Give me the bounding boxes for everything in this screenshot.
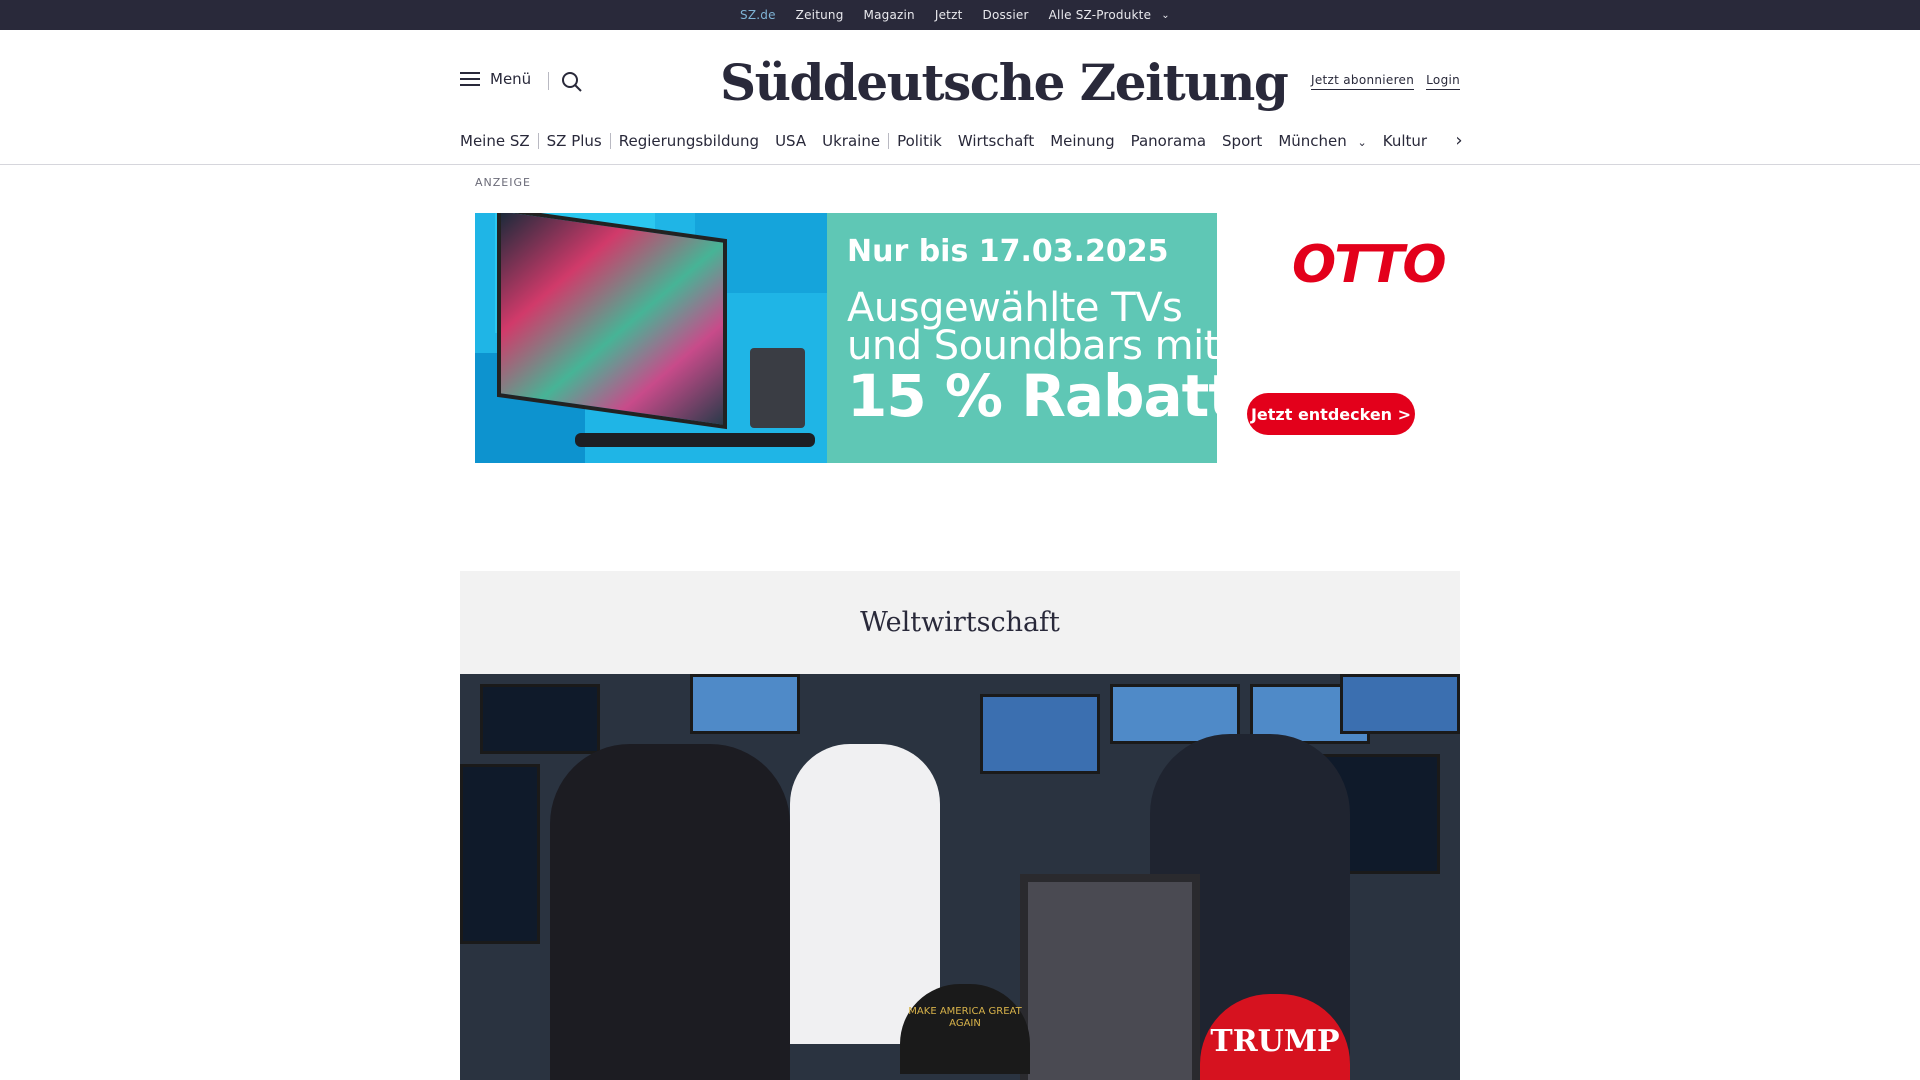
framed-portrait (1020, 874, 1200, 1080)
search-icon (562, 72, 582, 92)
hamburger-icon (460, 72, 480, 86)
nav-item-muenchen[interactable]: München ⌄ (1270, 132, 1374, 150)
nav-item-wirtschaft[interactable]: Wirtschaft (950, 132, 1042, 150)
product-link-sz[interactable]: SZ.de (740, 8, 776, 22)
ad-highlight: 15 % Rabatt (847, 362, 1236, 430)
ad-banner[interactable]: Nur bis 17.03.2025 Ausgewählte TVs und S… (475, 213, 1450, 463)
product-link-zeitung[interactable]: Zeitung (796, 8, 844, 22)
otto-logo: OTTO (1292, 235, 1447, 295)
ad-text-panel: Nur bis 17.03.2025 Ausgewählte TVs und S… (827, 213, 1236, 463)
chevron-right-icon: › (1455, 129, 1463, 151)
nav-item-muenchen-label: München (1278, 132, 1347, 150)
menu-button[interactable]: Menü (460, 70, 531, 88)
ad-brand-panel: OTTO Jetzt entdecken > (1217, 213, 1450, 463)
nav-item-meine-sz[interactable]: Meine SZ (460, 132, 538, 150)
menu-label: Menü (490, 70, 532, 88)
nav-scroll-right-button[interactable]: › (1448, 126, 1470, 154)
nav-item-regierungsbildung[interactable]: Regierungsbildung (611, 132, 767, 150)
product-bar: SZ.de Zeitung Magazin Jetzt Dossier Alle… (0, 0, 1920, 30)
nav-item-meinung[interactable]: Meinung (1042, 132, 1122, 150)
nav-item-politik[interactable]: Politik (889, 132, 950, 150)
site-header: Menü Süddeutsche Zeitung Jetzt abonniere… (0, 30, 1920, 165)
chevron-down-icon: ⌄ (1161, 10, 1170, 21)
trader-figure (790, 744, 940, 1044)
product-link-all-products[interactable]: Alle SZ-Produkte ⌄ (1049, 8, 1170, 22)
ad-line-2: und Soundbars mit (847, 323, 1219, 369)
search-button[interactable] (560, 70, 584, 94)
main-navigation: Meine SZ SZ Plus Regierungsbildung USA U… (460, 130, 1470, 152)
trader-figure (550, 744, 790, 1080)
soundbar-image (575, 433, 815, 447)
account-links: Jetzt abonnieren Login (1311, 73, 1461, 90)
ad-line-1: Ausgewählte TVs (847, 285, 1183, 331)
nav-item-sz-plus[interactable]: SZ Plus (539, 132, 610, 150)
ad-label: ANZEIGE (475, 176, 531, 189)
product-link-magazin[interactable]: Magazin (864, 8, 915, 22)
section-header: Weltwirtschaft (460, 571, 1460, 674)
nav-item-sport[interactable]: Sport (1214, 132, 1270, 150)
teaser-image[interactable]: MAKE AMERICA GREAT AGAIN TRUMP (460, 674, 1460, 1080)
chevron-down-icon: ⌄ (1357, 136, 1367, 149)
subscribe-link[interactable]: Jetzt abonnieren (1311, 73, 1415, 90)
nav-item-usa[interactable]: USA (767, 132, 814, 150)
nav-item-kultur[interactable]: Kultur (1375, 132, 1435, 150)
product-link-dossier[interactable]: Dossier (983, 8, 1029, 22)
ad-date-line: Nur bis 17.03.2025 (847, 234, 1169, 269)
nav-item-panorama[interactable]: Panorama (1123, 132, 1214, 150)
ad-cta-button[interactable]: Jetzt entdecken > (1247, 393, 1415, 435)
divider (548, 72, 549, 90)
product-link-jetzt[interactable]: Jetzt (935, 8, 963, 22)
site-logo[interactable]: Süddeutsche Zeitung (720, 48, 1289, 118)
ad-product-image (475, 213, 827, 463)
login-link[interactable]: Login (1426, 73, 1461, 90)
nav-item-ukraine[interactable]: Ukraine (814, 132, 888, 150)
product-link-all-products-label: Alle SZ-Produkte (1048, 8, 1152, 22)
product-links: SZ.de Zeitung Magazin Jetzt Dossier Alle… (740, 0, 1170, 30)
tv-image (497, 213, 727, 430)
subwoofer-image (750, 348, 805, 428)
section-title[interactable]: Weltwirtschaft (860, 607, 1060, 638)
